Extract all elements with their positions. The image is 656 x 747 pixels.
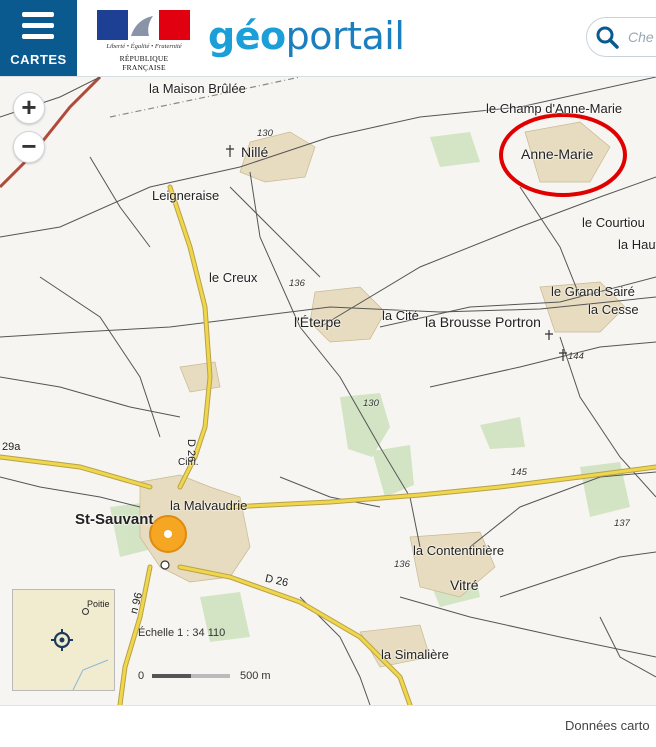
rf-motto: Liberté • Égalité • Fraternité <box>106 43 182 50</box>
search-icon <box>596 26 619 49</box>
zoom-out-button[interactable]: − <box>13 131 45 163</box>
place-la-contentiniere: la Contentinière <box>413 543 505 558</box>
scale-zero: 0 <box>138 670 145 682</box>
scale-label: Échelle 1 : 34 110 <box>138 627 226 639</box>
place-le-creux: le Creux <box>209 270 258 285</box>
geoportail-logo[interactable]: géoportail <box>208 12 405 60</box>
hamburger-icon <box>22 12 54 45</box>
scale-end: 500 m <box>240 670 271 682</box>
attribution-link[interactable]: Données carto <box>565 718 650 733</box>
road-label-29a: 29a <box>2 441 21 453</box>
place-le-grand-saire: le Grand Sairé <box>551 284 635 299</box>
altitude-label: 130 <box>257 128 273 139</box>
header: CARTES Liberté • Égalité • Fraternité RÉ… <box>0 0 656 77</box>
overview-map[interactable]: Poitie <box>12 589 115 691</box>
cartes-menu-button[interactable]: CARTES <box>0 0 77 76</box>
logo-geo: géo <box>208 14 286 58</box>
search-placeholder: Che <box>628 29 654 45</box>
altitude-label: 144 <box>568 351 584 362</box>
marianne-flag-icon <box>97 10 190 40</box>
place-la-cesse: la Cesse <box>588 302 639 317</box>
overview-river <box>72 659 109 690</box>
republique-francaise-logo: Liberté • Égalité • Fraternité RÉPUBLIQU… <box>97 10 191 72</box>
altitude-label: 137 <box>614 518 630 529</box>
altitude-label: 136 <box>289 278 305 289</box>
road-label-d26: D 26 <box>185 439 197 463</box>
place-st-sauvant: St-Sauvant <box>75 511 154 528</box>
zoom-in-button[interactable]: + <box>13 92 45 124</box>
rf-name: RÉPUBLIQUE FRANÇAISE <box>119 54 169 72</box>
altitude-label: 136 <box>394 559 410 570</box>
logo-portail: portail <box>285 14 405 58</box>
cartes-label: CARTES <box>10 52 67 67</box>
place-vitre: Vitré <box>450 577 479 593</box>
map-view[interactable]: la Maison Brûlée le Champ d'Anne-Marie A… <box>0 77 656 705</box>
place-la-brousse-portron: la Brousse Portron <box>425 314 541 330</box>
search-box[interactable]: Che <box>586 17 656 57</box>
place-le-courtiou: le Courtiou <box>582 215 645 230</box>
place-la-simaliere: la Simalière <box>381 647 449 662</box>
place-la-maison-brulee: la Maison Brûlée <box>149 81 246 96</box>
place-la-haut: la Haut <box>618 237 656 252</box>
place-le-champ-anne-marie: le Champ d'Anne-Marie <box>486 101 623 116</box>
altitude-label: 130 <box>363 398 379 409</box>
place-l-eterpe: l'Éterpe <box>294 314 342 330</box>
place-nille: Nillé <box>241 144 269 160</box>
place-anne-marie: Anne-Marie <box>521 146 594 162</box>
altitude-label: 145 <box>511 467 527 478</box>
scale-bar <box>152 674 230 678</box>
place-leigneraise: Leigneraise <box>152 188 220 203</box>
place-la-malvaudrie: la Malvaudrie <box>170 498 248 513</box>
place-la-cite: la Cité <box>382 308 419 323</box>
footer: Données carto <box>0 705 656 747</box>
